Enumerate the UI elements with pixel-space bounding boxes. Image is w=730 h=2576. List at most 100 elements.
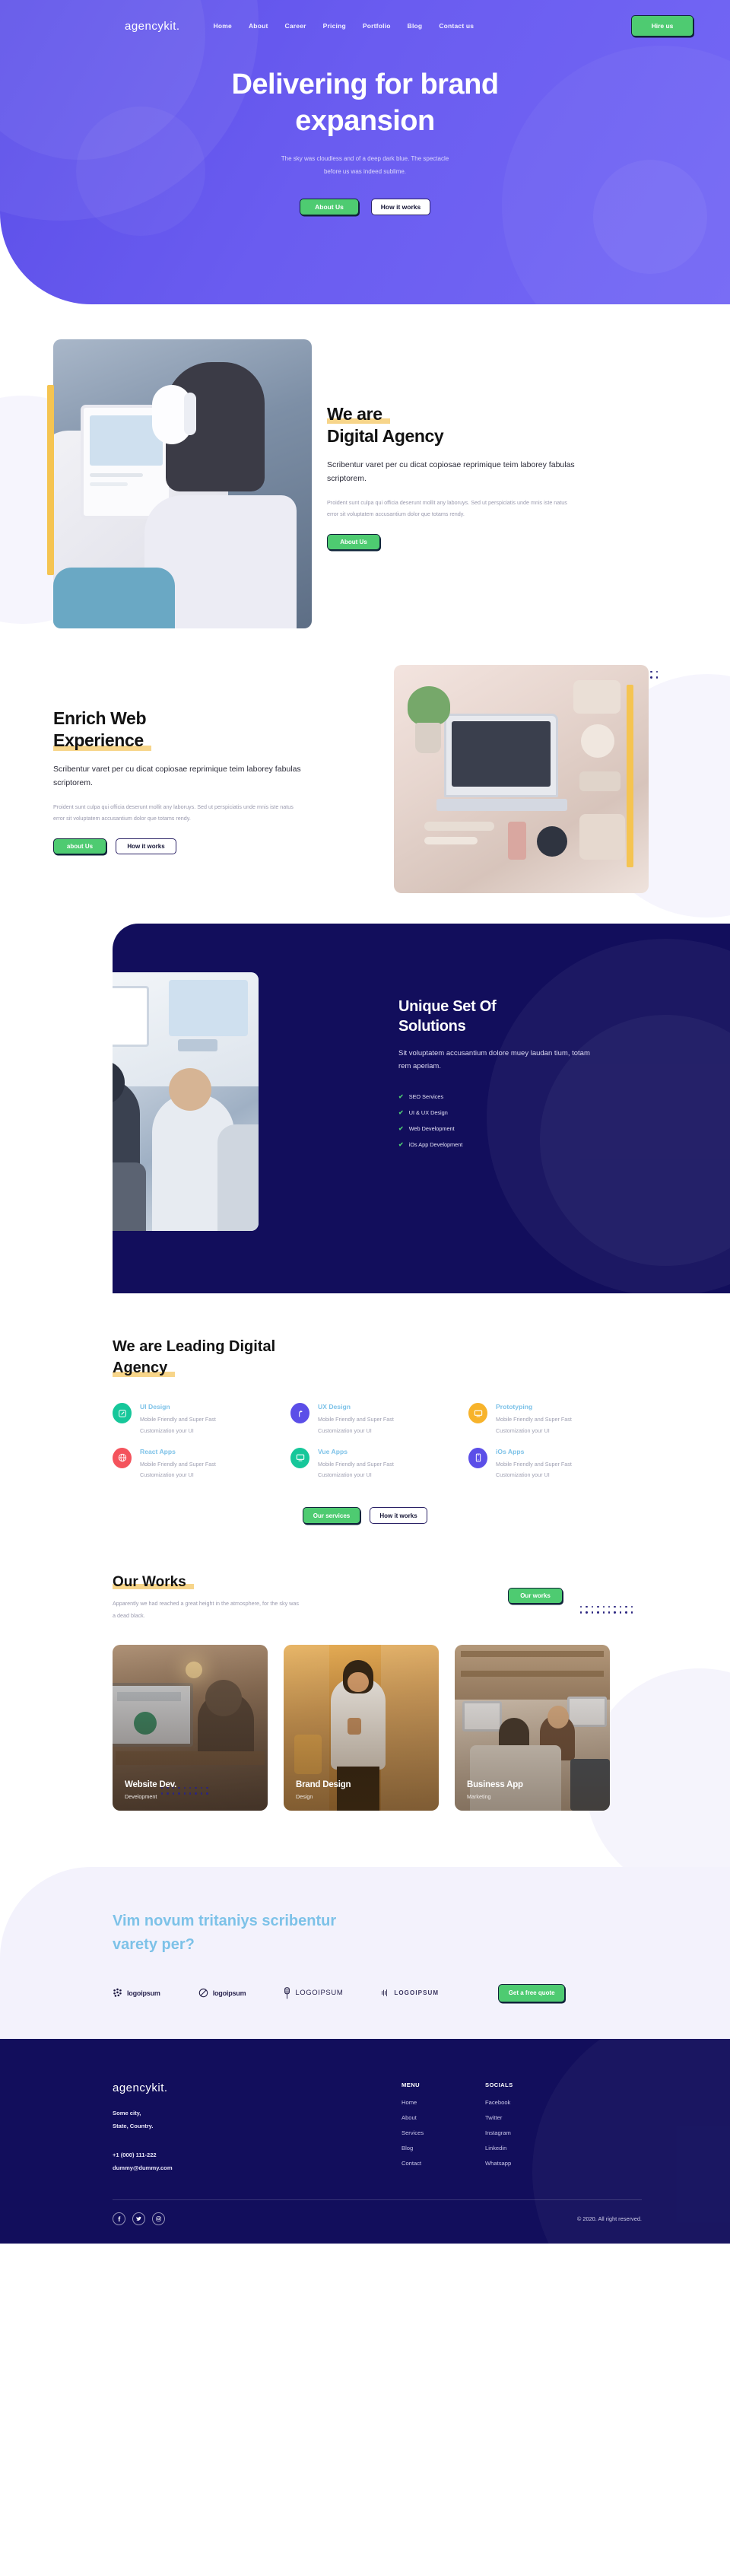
service-card-desc-line-2: Customization your UI (496, 1471, 550, 1479)
enrich-lead: Scribentur varet per cu dicat copiosae r… (53, 764, 301, 788)
service-card-desc-line-1: Mobile Friendly and Super Fast (318, 1460, 394, 1468)
nav-item-contact-us[interactable]: Contact us (439, 22, 474, 30)
footer-social-link-twitter[interactable]: Twitter (485, 2114, 569, 2121)
dot (625, 1606, 627, 1608)
dot (619, 1606, 622, 1608)
digital-agency-media (0, 339, 312, 628)
hero-about-us-button[interactable]: About Us (300, 198, 359, 215)
footer-socials-column: SOCIALS Facebook Twitter Instagram Linkedin… (485, 2081, 569, 2175)
footer-social-link-linkedin[interactable]: Linkedin (485, 2145, 569, 2151)
work-card-brand-design[interactable]: Brand Design Design (284, 1644, 439, 1811)
solutions-title-line-2: Solutions (398, 1018, 466, 1035)
footer-menu-link-about[interactable]: About (402, 2114, 485, 2121)
nav-item-home[interactable]: Home (214, 22, 232, 30)
stacked-bars-icon (284, 1987, 290, 1999)
dot (178, 1792, 180, 1795)
work-card-meta: Brand Design Design (296, 1780, 351, 1800)
works-title: Our Works (113, 1574, 508, 1591)
digital-about-us-button[interactable]: About Us (327, 534, 380, 551)
hero-how-it-works-button[interactable]: How it works (371, 198, 430, 215)
social-icon-buttons (113, 2212, 165, 2225)
works-cards: Website Dev. Development Brand Design De… (113, 1644, 730, 1811)
our-works-button[interactable]: Our works (508, 1588, 563, 1604)
works-dot-pattern-top (580, 1606, 633, 1614)
footer-menu-link-blog[interactable]: Blog (402, 2145, 485, 2151)
enrich-media (327, 665, 684, 893)
enrich-about-us-button[interactable]: about Us (53, 838, 106, 855)
get-free-quote-button[interactable]: Get a free quote (498, 1983, 566, 2002)
service-card-desc-line-2: Customization your UI (140, 1426, 194, 1434)
solutions-check-item: ✔ iOs App Development (398, 1141, 713, 1148)
enrich-title: Enrich Web Experience (53, 708, 327, 752)
work-card-title: Website Dev. (125, 1779, 177, 1789)
footer-social-link-facebook[interactable]: Facebook (485, 2099, 569, 2106)
footer-social-link-whatsapp[interactable]: Whatsapp (485, 2160, 569, 2167)
enrich-how-it-works-button[interactable]: How it works (116, 838, 176, 855)
dot (650, 676, 652, 679)
facebook-icon (118, 2216, 121, 2221)
services-how-it-works-button[interactable]: How it works (370, 1507, 427, 1525)
dot (602, 1611, 605, 1614)
solutions-check-item: ✔ SEO Services (398, 1093, 713, 1100)
service-card-desc-line-2: Customization your UI (318, 1426, 372, 1434)
work-card-website-dev[interactable]: Website Dev. Development (113, 1644, 268, 1811)
dots-cluster-icon (113, 1988, 122, 1997)
nav-item-career[interactable]: Career (285, 22, 306, 30)
solutions-check-label: iOs App Development (408, 1140, 463, 1148)
services-title-highlight: Agency (113, 1357, 176, 1379)
footer-address: Some city, State, Country. (113, 2107, 402, 2133)
service-card-desc: Mobile Friendly and Super Fast Customizat… (140, 1459, 216, 1482)
footer-logo[interactable]: agencykit. (113, 2081, 402, 2094)
service-card-body: React Apps Mobile Friendly and Super Fast… (140, 1448, 216, 1482)
dot (625, 1611, 627, 1614)
service-card-desc-line-1: Mobile Friendly and Super Fast (496, 1460, 572, 1468)
footer-bottom-bar: © 2020. All right reserved. (0, 2200, 730, 2244)
dot (189, 1787, 192, 1789)
service-card-react-apps[interactable]: React Apps Mobile Friendly and Super Fast… (113, 1447, 274, 1482)
service-card-desc-line-1: Mobile Friendly and Super Fast (140, 1416, 216, 1423)
service-card-body: UX Design Mobile Friendly and Super Fast C… (318, 1403, 394, 1437)
solutions-check-item: ✔ UI & UX Design (398, 1109, 713, 1116)
solutions-photo (113, 972, 259, 1231)
our-services-button[interactable]: Our services (303, 1507, 360, 1525)
yellow-accent-bar-right (627, 685, 633, 867)
check-icon: ✔ (398, 1140, 404, 1148)
logo[interactable]: agencykit. (125, 20, 180, 33)
solutions-media (113, 924, 356, 1293)
footer-menu-link-contact[interactable]: Contact (402, 2160, 485, 2167)
service-card-title: UI Design (140, 1403, 170, 1410)
hire-us-button[interactable]: Hire us (631, 15, 694, 37)
service-card-ui-design[interactable]: UI Design Mobile Friendly and Super Fast C… (113, 1403, 274, 1437)
work-card-business-app[interactable]: Business App Marketing (455, 1644, 610, 1811)
nav-item-blog[interactable]: Blog (408, 22, 423, 30)
facebook-icon-button[interactable] (113, 2212, 125, 2225)
enrich-buttons: about Us How it works (53, 838, 327, 855)
dot (597, 1611, 599, 1614)
enrich-title-highlight: Experience (53, 730, 151, 752)
footer-phone[interactable]: +1 (000) 111-222 (113, 2151, 157, 2158)
nav-item-about[interactable]: About (249, 22, 268, 30)
twitter-icon-button[interactable] (132, 2212, 145, 2225)
dot (655, 671, 658, 673)
nav-item-pricing[interactable]: Pricing (323, 22, 346, 30)
dot (650, 671, 652, 673)
check-icon: ✔ (398, 1092, 404, 1100)
footer-socials-links: Facebook Twitter Instagram Linkedin Whatsapp (485, 2099, 569, 2167)
service-card-desc: Mobile Friendly and Super Fast Customizat… (318, 1459, 394, 1482)
instagram-icon-button[interactable] (152, 2212, 165, 2225)
service-card-prototyping[interactable]: Prototyping Mobile Friendly and Super Fas… (468, 1403, 630, 1437)
partner-logo-3-label: LOGOIPSUM (295, 1989, 344, 1998)
footer-email[interactable]: dummy@dummy.com (113, 2164, 173, 2171)
service-card-title: UX Design (318, 1403, 351, 1410)
solutions-copy: Unique Set Of Solutions Sit voluptatem a… (356, 924, 713, 1293)
footer-menu-link-home[interactable]: Home (402, 2099, 485, 2106)
service-card-vue-apps[interactable]: Vue Apps Mobile Friendly and Super Fast Cu… (290, 1447, 452, 1482)
footer-social-link-instagram[interactable]: Instagram (485, 2129, 569, 2136)
service-card-title: Prototyping (496, 1403, 533, 1410)
footer-menu-link-services[interactable]: Services (402, 2129, 485, 2136)
service-card-ios-apps[interactable]: iOs Apps Mobile Friendly and Super Fast Cu… (468, 1447, 630, 1482)
service-card-ux-design[interactable]: UX Design Mobile Friendly and Super Fast C… (290, 1403, 452, 1437)
dot (580, 1611, 582, 1614)
nav-item-portfolio[interactable]: Portfolio (363, 22, 391, 30)
solutions-title: Unique Set Of Solutions (398, 997, 713, 1037)
